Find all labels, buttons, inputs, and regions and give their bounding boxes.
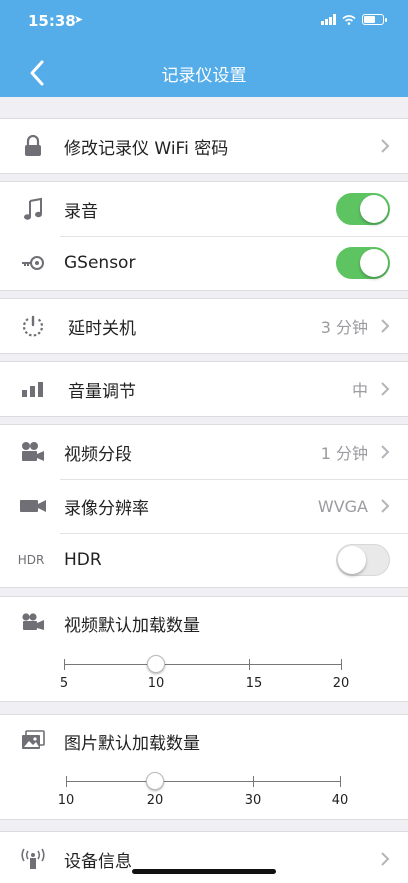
volume-label: 音量调节 [68, 381, 136, 402]
antenna-icon [18, 844, 48, 874]
nav-header: 15:38 ➤ 记录仪设置 [0, 0, 408, 97]
photo-load-slider[interactable]: 10 20 30 40 [58, 772, 348, 808]
row-wifi-password[interactable]: 修改记录仪 WiFi 密码 [0, 119, 408, 173]
resolution-value: WVGA [317, 496, 368, 516]
volume-bars-icon [18, 374, 48, 404]
group-photo-load: 图片默认加载数量 10 20 30 40 [0, 714, 408, 820]
status-indicators [321, 14, 387, 25]
location-arrow-icon: ➤ [74, 13, 84, 26]
group-wifi: 修改记录仪 WiFi 密码 [0, 118, 408, 174]
hdr-label: HDR [64, 550, 102, 570]
video-load-slider[interactable]: 5 10 15 20 [60, 655, 349, 691]
row-hdr: HDR HDR [0, 533, 408, 587]
tick-label: 5 [59, 676, 69, 691]
row-resolution[interactable]: 录像分辨率 WVGA [0, 479, 408, 533]
tick-label: 20 [146, 793, 164, 808]
gsensor-label: GSensor [64, 253, 136, 273]
slider-knob[interactable] [146, 772, 164, 790]
hdr-icon: HDR [14, 545, 48, 575]
tick-label: 15 [245, 676, 263, 691]
group-volume: 音量调节 中 [0, 361, 408, 417]
tick-label: 40 [331, 793, 349, 808]
wifi-password-label: 修改记录仪 WiFi 密码 [64, 138, 229, 159]
group-video: 视频分段 1 分钟 录像分辨率 WVGA HDR HDR [0, 424, 408, 588]
row-auto-off[interactable]: 延时关机 3 分钟 [0, 299, 408, 353]
slider-knob[interactable] [147, 655, 165, 673]
group-audio-sensor: 录音 GSensor [0, 181, 408, 291]
chevron-right-icon [381, 139, 390, 153]
power-timer-icon [18, 311, 48, 341]
chevron-right-icon [381, 319, 390, 333]
recording-label: 录音 [64, 201, 98, 222]
chevron-right-icon [381, 852, 390, 866]
video-camera-icon [18, 491, 48, 521]
video-load-label: 视频默认加载数量 [64, 616, 200, 636]
segment-value: 1 分钟 [320, 444, 368, 463]
segment-label: 视频分段 [64, 444, 132, 465]
music-note-icon [18, 194, 48, 224]
video-segment-icon [18, 437, 48, 467]
picture-icon [18, 725, 48, 755]
status-time: 15:38 [28, 12, 76, 30]
auto-off-value: 3 分钟 [320, 318, 368, 337]
battery-icon [362, 14, 387, 25]
volume-value: 中 [351, 381, 368, 400]
movie-camera-icon [18, 607, 48, 637]
hdr-toggle[interactable] [336, 544, 390, 576]
row-segment[interactable]: 视频分段 1 分钟 [0, 425, 408, 479]
group-video-load: 视频默认加载数量 5 10 15 20 [0, 596, 408, 702]
group-auto-off: 延时关机 3 分钟 [0, 298, 408, 354]
group-device-info: 设备信息 [0, 831, 408, 883]
photo-load-block: 图片默认加载数量 10 20 30 40 [0, 715, 408, 819]
chevron-right-icon [381, 445, 390, 459]
device-info-label: 设备信息 [64, 851, 132, 872]
tick-label: 10 [57, 793, 75, 808]
row-volume[interactable]: 音量调节 中 [0, 362, 408, 416]
resolution-label: 录像分辨率 [64, 498, 149, 519]
row-gsensor: GSensor [0, 236, 408, 290]
sensor-key-icon [18, 248, 48, 278]
signal-icon [321, 14, 336, 25]
recording-toggle[interactable] [336, 193, 390, 225]
row-recording: 录音 [0, 182, 408, 236]
page-title: 记录仪设置 [161, 66, 247, 86]
tick-label: 30 [244, 793, 262, 808]
hdr-icon-text: HDR [17, 553, 45, 567]
tick-label: 20 [332, 676, 350, 691]
chevron-right-icon [381, 382, 390, 396]
home-indicator[interactable] [132, 869, 276, 874]
auto-off-label: 延时关机 [68, 318, 136, 339]
gsensor-toggle[interactable] [336, 247, 390, 279]
lock-icon [18, 131, 48, 161]
row-device-info[interactable]: 设备信息 [0, 832, 408, 883]
chevron-right-icon [381, 499, 390, 513]
photo-load-label: 图片默认加载数量 [64, 734, 200, 754]
tick-label: 10 [147, 676, 165, 691]
video-load-block: 视频默认加载数量 5 10 15 20 [0, 597, 408, 701]
wifi-icon [342, 14, 356, 25]
